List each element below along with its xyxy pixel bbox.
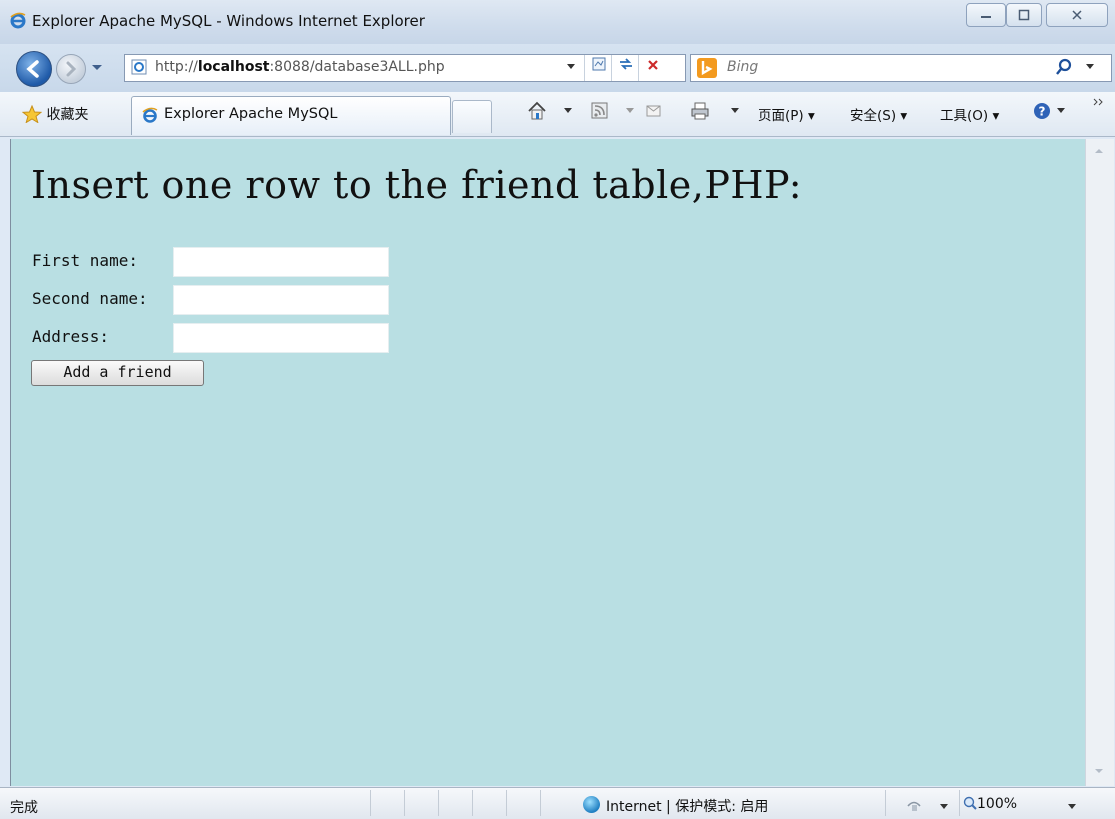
ie-logo-icon xyxy=(10,12,26,29)
status-divider xyxy=(959,790,960,816)
status-text: 完成 xyxy=(10,800,38,816)
chevron-down-icon xyxy=(566,64,575,69)
first-name-field[interactable] xyxy=(173,247,389,277)
second-name-label: Second name: xyxy=(32,289,148,308)
security-zone[interactable]: Internet | 保护模式: 启用 xyxy=(606,796,768,816)
print-dropdown-icon[interactable] xyxy=(730,107,740,115)
url-text: http://localhost:8088/database3ALL.php xyxy=(155,59,445,75)
status-divider xyxy=(404,790,405,816)
maximize-icon xyxy=(1018,9,1030,21)
page-menu[interactable]: 页面(P) ▾ xyxy=(758,104,815,124)
tools-menu[interactable]: 工具(O) ▾ xyxy=(940,104,999,124)
status-divider xyxy=(506,790,507,816)
history-dropdown-icon[interactable] xyxy=(91,64,103,72)
vertical-scrollbar[interactable] xyxy=(1085,139,1114,786)
rss-feed-icon[interactable] xyxy=(590,101,610,121)
favorites-label: 收藏夹 xyxy=(46,107,89,123)
first-name-label: First name: xyxy=(32,251,138,270)
address-dropdown-button[interactable] xyxy=(557,55,584,81)
page-icon xyxy=(131,59,147,75)
zoom-icon[interactable] xyxy=(963,796,977,812)
safety-menu[interactable]: 安全(S) ▾ xyxy=(850,104,907,124)
address-label: Address: xyxy=(32,327,110,346)
forward-button[interactable] xyxy=(56,54,86,84)
address-field[interactable] xyxy=(173,323,389,353)
pop-up-blocker-icon[interactable] xyxy=(905,797,923,813)
status-divider xyxy=(438,790,439,816)
window-controls xyxy=(966,3,1114,27)
page-title: Insert one row to the friend table,PHP: xyxy=(31,163,803,207)
refresh-button[interactable] xyxy=(611,55,639,81)
add-friend-button[interactable]: Add a friend xyxy=(31,360,204,386)
help-dropdown-icon[interactable] xyxy=(1056,107,1066,115)
maximize-button[interactable] xyxy=(1006,3,1042,27)
arrow-right-icon xyxy=(66,61,77,77)
status-divider xyxy=(472,790,473,816)
help-icon[interactable]: ? xyxy=(1032,101,1052,121)
feed-dropdown-icon[interactable] xyxy=(625,107,635,115)
zoom-dropdown-icon[interactable] xyxy=(1067,803,1077,811)
search-placeholder: Bing xyxy=(727,59,759,75)
status-divider xyxy=(370,790,371,816)
search-box[interactable]: Bing xyxy=(690,54,1112,82)
ie-logo-icon xyxy=(142,107,158,123)
mail-icon[interactable] xyxy=(644,101,664,121)
close-icon xyxy=(1072,10,1082,20)
minimize-icon xyxy=(981,16,991,18)
status-divider xyxy=(540,790,541,816)
new-tab-button[interactable] xyxy=(452,100,492,133)
url-host: localhost xyxy=(197,59,270,75)
star-icon xyxy=(21,104,43,124)
url-prefix: http:// xyxy=(155,59,198,75)
home-icon[interactable] xyxy=(527,101,547,121)
back-button[interactable] xyxy=(16,51,52,87)
svg-text:?: ? xyxy=(1039,105,1046,119)
minimize-button[interactable] xyxy=(966,3,1006,27)
print-icon[interactable] xyxy=(690,101,710,121)
chevron-double-right-icon[interactable] xyxy=(1092,97,1106,109)
search-dropdown-icon[interactable] xyxy=(1085,63,1095,71)
compatibility-icon xyxy=(592,57,605,71)
close-window-button[interactable] xyxy=(1046,3,1108,27)
stop-icon xyxy=(647,60,658,70)
zoom-level[interactable]: 100% xyxy=(977,796,1017,812)
page-viewport: Insert one row to the friend table,PHP: … xyxy=(10,139,1085,786)
compatibility-view-button[interactable] xyxy=(584,55,612,81)
pop-up-dropdown-icon[interactable] xyxy=(939,803,949,811)
tab-current[interactable]: Explorer Apache MySQL xyxy=(131,96,451,135)
favorites-button[interactable]: 收藏夹 xyxy=(21,104,89,124)
status-divider xyxy=(885,790,886,816)
scroll-down-icon[interactable] xyxy=(1094,768,1104,774)
bing-logo-icon xyxy=(697,58,717,78)
scroll-up-icon[interactable] xyxy=(1094,148,1104,154)
tab-title: Explorer Apache MySQL xyxy=(164,106,338,122)
url-path: :8088/database3ALL.php xyxy=(269,59,445,75)
arrow-left-icon xyxy=(26,60,39,78)
window-title: Explorer Apache MySQL - Windows Internet… xyxy=(32,12,425,30)
stop-button[interactable] xyxy=(638,55,666,81)
globe-icon xyxy=(583,796,600,813)
refresh-icon xyxy=(619,58,632,70)
second-name-field[interactable] xyxy=(173,285,389,315)
address-bar[interactable]: http://localhost:8088/database3ALL.php xyxy=(124,54,686,82)
search-icon[interactable] xyxy=(1055,57,1073,77)
home-dropdown-icon[interactable] xyxy=(563,107,573,115)
